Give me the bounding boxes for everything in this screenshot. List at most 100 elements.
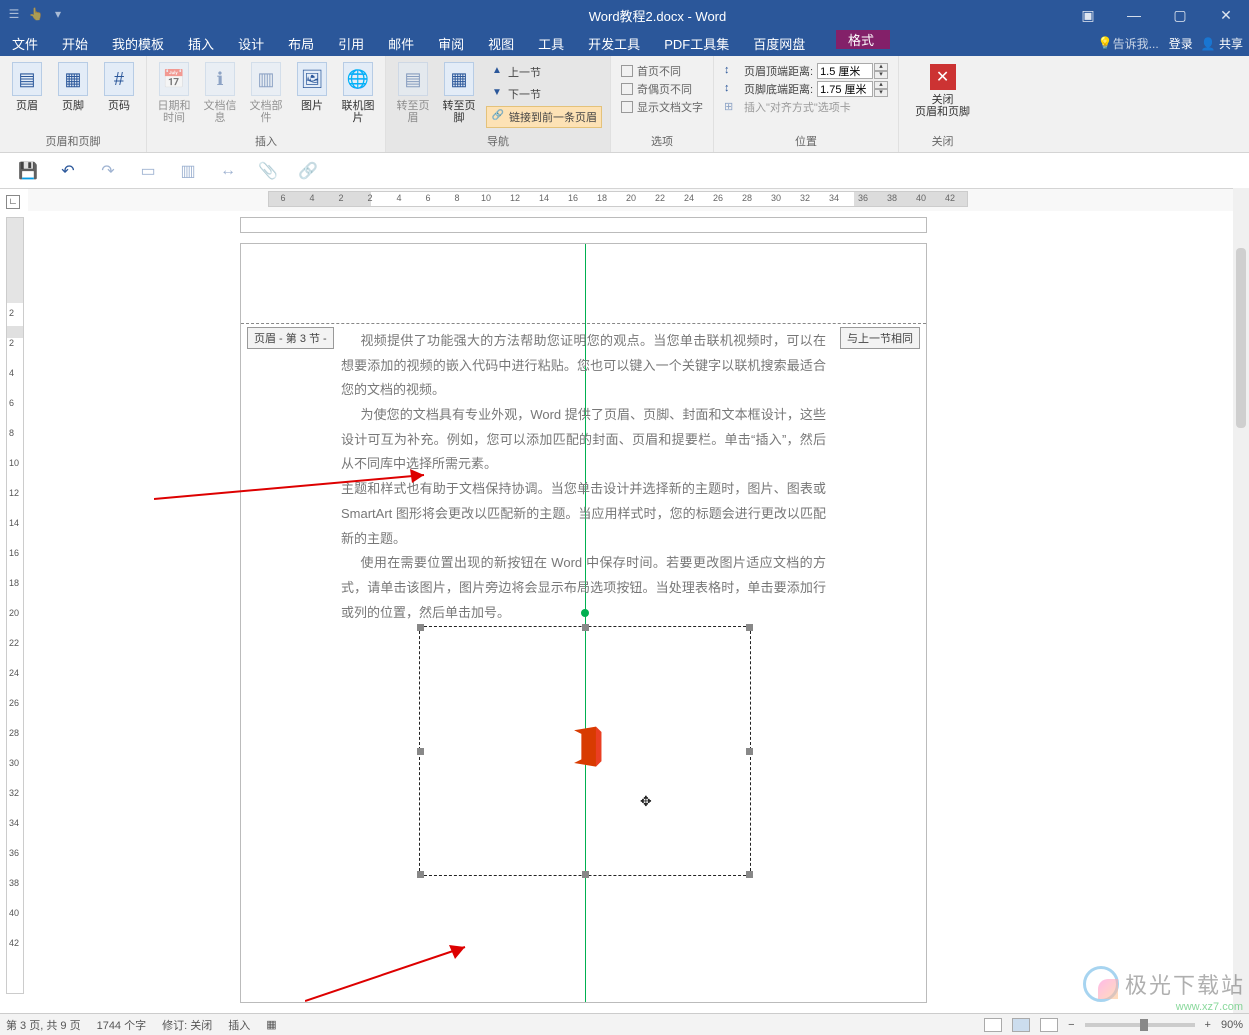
resize-handle-tr[interactable] <box>746 624 753 631</box>
tab-format[interactable]: 格式 <box>836 30 890 49</box>
tab-view[interactable]: 视图 <box>476 30 526 56</box>
page-number-label: 页码 <box>108 100 130 112</box>
zoom-slider[interactable] <box>1085 1023 1195 1027</box>
zoom-in-icon[interactable]: + <box>1205 1019 1211 1031</box>
ribbon-display-options-icon[interactable]: ▣ <box>1065 0 1111 30</box>
vruler-num: 6 <box>9 398 14 408</box>
tab-tools[interactable]: 工具 <box>526 30 576 56</box>
zoom-out-icon[interactable]: − <box>1068 1019 1074 1031</box>
group-header-footer-label: 页眉和页脚 <box>46 133 101 149</box>
tell-me-search[interactable]: 💡 告诉我... <box>1088 30 1169 56</box>
tab-references[interactable]: 引用 <box>326 30 376 56</box>
spin-up-icon[interactable]: ▴ <box>874 63 888 71</box>
tab-selector[interactable]: ∟ <box>6 195 20 209</box>
minimize-icon[interactable] <box>1111 0 1157 30</box>
menu-bar: 文件 开始 我的模板 插入 设计 布局 引用 邮件 审阅 视图 工具 开发工具 … <box>0 30 1249 56</box>
tab-pdf[interactable]: PDF工具集 <box>652 30 741 56</box>
top-distance-icon: ↕ <box>724 64 740 78</box>
status-words[interactable]: 1744 个字 <box>97 1017 147 1033</box>
resize-handle-tc[interactable] <box>582 624 589 631</box>
online-picture-button[interactable]: 🌐联机图片 <box>337 60 379 126</box>
vertical-scrollbar[interactable] <box>1233 188 1249 1013</box>
link-to-previous-button[interactable]: 🔗链接到前一条页眉 <box>486 106 602 128</box>
align-icon: ⊞ <box>724 100 740 114</box>
tab-mail[interactable]: 邮件 <box>376 30 426 56</box>
redo-icon[interactable]: ↷ <box>98 161 118 181</box>
qat-icon-7[interactable]: 📎 <box>258 161 278 181</box>
tab-mytemplate[interactable]: 我的模板 <box>100 30 176 56</box>
document-page[interactable]: 页眉 - 第 3 节 - 与上一节相同 视频提供了功能强大的方法帮助您证明您的观… <box>240 243 927 1003</box>
selected-image-frame[interactable]: ✥ <box>419 626 751 876</box>
show-doc-text-checkbox[interactable]: 显示文档文字 <box>621 98 703 116</box>
resize-handle-bc[interactable] <box>582 871 589 878</box>
tab-dev[interactable]: 开发工具 <box>576 30 652 56</box>
touch-icon[interactable]: 👆 <box>28 7 44 23</box>
tab-file[interactable]: 文件 <box>0 30 50 56</box>
header-button[interactable]: ▤页眉 <box>6 60 48 114</box>
zoom-value[interactable]: 90% <box>1221 1019 1243 1031</box>
scroll-thumb[interactable] <box>1236 248 1246 428</box>
qat-icon-6[interactable]: ↔ <box>218 162 238 180</box>
hruler-num: 4 <box>396 193 401 203</box>
rotate-handle[interactable] <box>581 609 589 617</box>
tab-dsgn[interactable]: 设计 <box>226 30 276 56</box>
login-link[interactable]: 登录 <box>1169 35 1193 52</box>
status-macros-icon[interactable]: ▦ <box>266 1018 276 1031</box>
vruler-num: 12 <box>9 488 19 498</box>
hruler-num: 2 <box>367 193 372 203</box>
share-button[interactable]: 👤 共享 <box>1201 35 1243 52</box>
view-print-icon[interactable] <box>1012 1018 1030 1032</box>
resize-handle-br[interactable] <box>746 871 753 878</box>
spin-up-icon[interactable]: ▴ <box>874 81 888 89</box>
hruler-num: 28 <box>742 193 752 203</box>
close-icon[interactable] <box>1203 0 1249 30</box>
hruler-num: 22 <box>655 193 665 203</box>
tab-review[interactable]: 审阅 <box>426 30 476 56</box>
next-section-button[interactable]: ▼下一节 <box>486 84 602 104</box>
status-page[interactable]: 第 3 页, 共 9 页 <box>6 1017 81 1033</box>
qat-icon-8[interactable]: 🔗 <box>298 161 318 181</box>
resize-handle-bl[interactable] <box>417 871 424 878</box>
vruler-num: 2 <box>9 308 14 318</box>
bottom-distance-icon: ↕ <box>724 82 740 96</box>
tab-home[interactable]: 开始 <box>50 30 100 56</box>
maximize-icon[interactable] <box>1157 0 1203 30</box>
status-mode[interactable]: 插入 <box>228 1017 250 1033</box>
prev-section-label: 上一节 <box>508 64 541 80</box>
prev-section-button[interactable]: ▲上一节 <box>486 62 602 82</box>
quick-access-toolbar: 💾 ↶ ↷ ▭ ▥ ↔ 📎 🔗 <box>0 153 1249 189</box>
horizontal-ruler[interactable]: 6422468101214161820222426283032343638404… <box>268 191 968 207</box>
dropdown-icon[interactable]: ▾ <box>50 7 66 23</box>
view-read-icon[interactable] <box>984 1018 1002 1032</box>
tab-baidu[interactable]: 百度网盘 <box>741 30 817 56</box>
spin-down-icon[interactable]: ▾ <box>874 89 888 97</box>
resize-handle-mr[interactable] <box>746 748 753 755</box>
resize-handle-tl[interactable] <box>417 624 424 631</box>
menu-icon[interactable]: ☰ <box>6 7 22 23</box>
tab-insert[interactable]: 插入 <box>176 30 226 56</box>
view-web-icon[interactable] <box>1040 1018 1058 1032</box>
datetime-label: 日期和时间 <box>155 100 193 124</box>
footer-bot-input[interactable] <box>817 81 873 97</box>
vruler-num: 24 <box>9 668 19 678</box>
vertical-ruler[interactable]: 224681012141618202224262830323436384042 <box>6 217 24 994</box>
footer-button[interactable]: ▦页脚 <box>52 60 94 114</box>
goto-footer-button[interactable]: ▦转至页脚 <box>438 60 480 126</box>
qat-icon-4[interactable]: ▭ <box>138 161 158 181</box>
checkbox-icon <box>621 83 633 95</box>
qat-icon-5[interactable]: ▥ <box>178 161 198 181</box>
undo-icon[interactable]: ↶ <box>58 161 78 181</box>
resize-handle-ml[interactable] <box>417 748 424 755</box>
spin-down-icon[interactable]: ▾ <box>874 71 888 79</box>
docparts-button: ▥文档部件 <box>245 60 287 126</box>
different-first-checkbox[interactable]: 首页不同 <box>621 62 703 80</box>
close-header-footer-button[interactable]: ✕ 关闭 页眉和页脚 <box>905 60 980 122</box>
tab-layout[interactable]: 布局 <box>276 30 326 56</box>
page-number-button[interactable]: #页码 <box>98 60 140 114</box>
hruler-num: 32 <box>800 193 810 203</box>
save-icon[interactable]: 💾 <box>18 161 38 181</box>
header-top-input[interactable] <box>817 63 873 79</box>
picture-button[interactable]: 🖼图片 <box>291 60 333 114</box>
status-track[interactable]: 修订: 关闭 <box>162 1017 212 1033</box>
different-odd-even-checkbox[interactable]: 奇偶页不同 <box>621 80 703 98</box>
